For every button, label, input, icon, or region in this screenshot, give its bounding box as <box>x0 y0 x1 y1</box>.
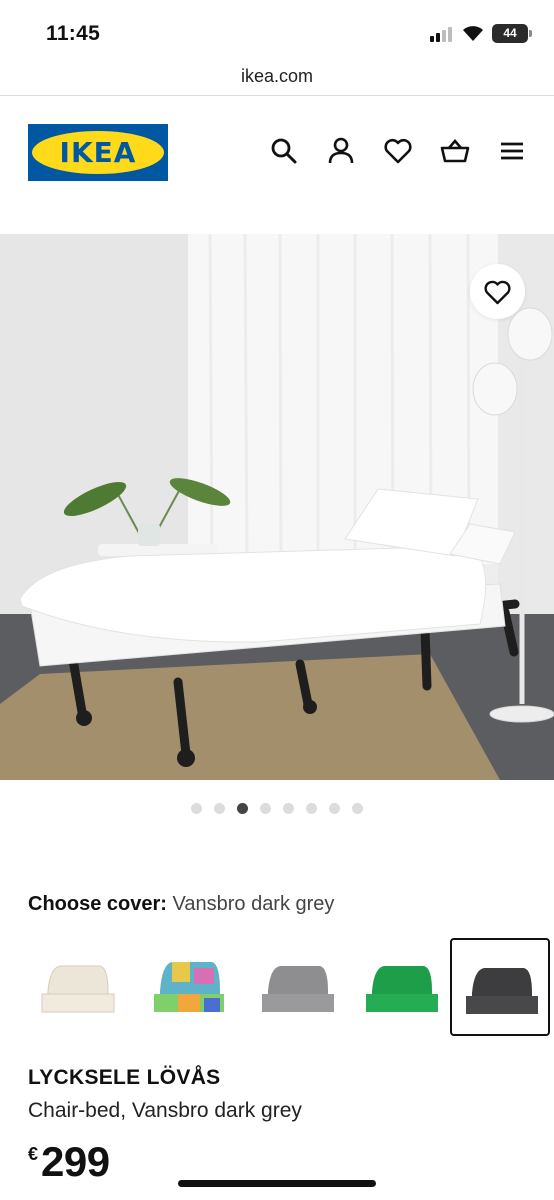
battery-icon: 44 <box>492 24 532 43</box>
chair-bed-swatch-image <box>41 965 115 1013</box>
carousel-dot[interactable] <box>214 803 225 814</box>
carousel-dot[interactable] <box>329 803 340 814</box>
heart-icon <box>484 280 511 305</box>
status-bar: 11:45 44 <box>0 0 554 62</box>
chair-bed-swatch-image <box>262 966 334 1012</box>
chair-bed-swatch-image <box>466 968 538 1014</box>
search-icon[interactable] <box>268 135 300 167</box>
cover-swatch-3[interactable] <box>248 938 348 1036</box>
carousel-dot[interactable] <box>260 803 271 814</box>
image-carousel-dots <box>0 803 554 819</box>
url-text: ikea.com <box>240 66 314 86</box>
battery-level: 44 <box>503 26 517 40</box>
add-to-favourites-button[interactable] <box>470 264 525 319</box>
carousel-dot[interactable] <box>306 803 317 814</box>
shopping-bag-icon[interactable] <box>439 135 471 167</box>
chair-bed-swatch-image <box>154 962 224 1012</box>
cover-swatch-5-selected[interactable] <box>450 938 550 1036</box>
price-value: 299 <box>41 1138 110 1185</box>
address-bar[interactable]: ikea.com <box>0 62 554 96</box>
product-name: LYCKSELE LÖVÅS <box>28 1066 221 1089</box>
cover-swatch-4[interactable] <box>350 938 450 1036</box>
cover-swatch-1[interactable] <box>28 938 128 1036</box>
cellular-signal-icon <box>430 26 454 42</box>
heart-icon[interactable] <box>382 135 414 167</box>
carousel-dot[interactable] <box>191 803 202 814</box>
cover-label-text: Choose cover: <box>28 893 167 915</box>
carousel-dot[interactable] <box>283 803 294 814</box>
account-icon[interactable] <box>325 135 357 167</box>
chair-bed-swatch-image <box>366 966 438 1012</box>
ikea-logo[interactable]: IKEA <box>28 124 168 181</box>
site-header: IKEA <box>0 97 554 207</box>
home-indicator[interactable] <box>178 1180 376 1187</box>
cover-selected-value: Vansbro dark grey <box>172 893 335 915</box>
menu-icon[interactable] <box>496 135 528 167</box>
price-currency: € <box>28 1144 39 1164</box>
status-time: 11:45 <box>46 22 101 45</box>
cover-swatches <box>0 938 554 1038</box>
carousel-dot[interactable] <box>352 803 363 814</box>
wifi-icon <box>463 26 483 41</box>
cover-swatch-2[interactable] <box>138 938 238 1036</box>
product-description: Chair-bed, Vansbro dark grey <box>28 1099 302 1122</box>
cover-selector-label: Choose cover: Vansbro dark grey <box>28 893 334 916</box>
logo-text: IKEA <box>59 136 137 169</box>
carousel-dot[interactable] <box>237 803 248 814</box>
